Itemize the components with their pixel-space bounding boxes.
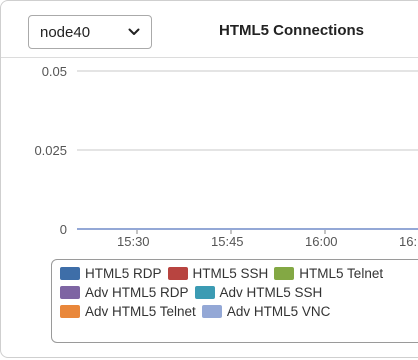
chart-panel: node40 HTML5 Connections 0 0.025 0.05 15:30… (0, 0, 418, 358)
y-tick-label: 0.05 (42, 64, 67, 79)
chart-plot: 0 0.025 0.05 15:30 15:45 16:00 16:1 (34, 64, 418, 249)
legend-swatch (167, 267, 188, 280)
legend-swatch (274, 267, 295, 280)
legend-label: Adv HTML5 Telnet (85, 304, 196, 319)
legend-row: Adv HTML5 RDP Adv HTML5 SSH (60, 285, 418, 304)
legend-item[interactable]: HTML5 SSH (167, 266, 269, 281)
legend-label: HTML5 Telnet (299, 266, 384, 281)
legend-item[interactable]: HTML5 Telnet (274, 266, 383, 281)
x-tick-label: 16:00 (305, 234, 338, 249)
legend-label: Adv HTML5 RDP (85, 285, 189, 300)
legend-swatch (194, 286, 215, 299)
legend-item[interactable]: HTML5 RDP (60, 266, 162, 281)
legend-label: HTML5 SSH (192, 266, 269, 281)
legend-swatch (60, 267, 80, 280)
x-tick-label: 16:1 (399, 234, 418, 249)
y-tick-label: 0.025 (34, 143, 67, 158)
legend-row: Adv HTML5 Telnet Adv HTML5 VNC (60, 304, 418, 323)
legend-label: Adv HTML5 SSH (219, 285, 323, 300)
legend-item[interactable]: Adv HTML5 SSH (194, 285, 323, 300)
chart-legend: HTML5 RDP HTML5 SSH HTML5 Telnet Adv HTML5 … (51, 259, 418, 343)
legend-label: HTML5 RDP (85, 266, 162, 281)
legend-row: HTML5 RDP HTML5 SSH HTML5 Telnet (60, 266, 418, 285)
legend-swatch (60, 286, 80, 299)
legend-swatch (201, 305, 222, 318)
x-tick-label: 15:45 (211, 234, 244, 249)
legend-item[interactable]: Adv HTML5 VNC (201, 304, 331, 319)
x-tick-label: 15:30 (117, 234, 150, 249)
legend-item[interactable]: Adv HTML5 Telnet (60, 304, 196, 319)
y-tick-label: 0 (60, 222, 67, 237)
legend-swatch (60, 305, 80, 318)
legend-label: Adv HTML5 VNC (226, 304, 331, 319)
legend-item[interactable]: Adv HTML5 RDP (60, 285, 189, 300)
